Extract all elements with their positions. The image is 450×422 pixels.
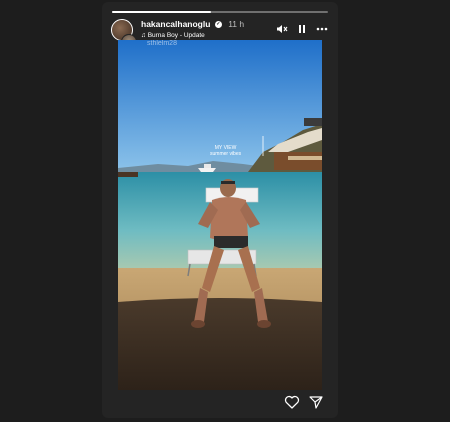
heart-icon [284, 395, 300, 409]
music-title[interactable]: Burna Boy - Update [148, 32, 205, 39]
mute-button[interactable] [275, 22, 289, 36]
sticker-subtitle: summer vibes [210, 151, 242, 157]
post-time: 11 h [228, 19, 245, 29]
like-button[interactable] [284, 394, 300, 410]
verified-badge-icon: ✓ [214, 21, 222, 29]
story-progress-fill [112, 11, 212, 13]
pause-icon [299, 25, 305, 33]
story-text-sticker: MY VIEW summer vibes [210, 145, 241, 157]
username[interactable]: hakancalhanoglu ✓ 11 h [141, 19, 244, 29]
more-options-button[interactable] [315, 22, 329, 36]
story-progress-bar [112, 11, 328, 13]
share-button[interactable] [308, 394, 324, 410]
story-photo[interactable]: sthlelm28 MY VIEW summer vibes [118, 40, 322, 390]
more-icon [316, 27, 328, 31]
username-text[interactable]: hakancalhanoglu [141, 19, 210, 29]
story-viewer: hakancalhanoglu ✓ 11 h ♫ Burna Boy - Upd… [102, 2, 338, 418]
photo-watermark: sthlelm28 [147, 40, 177, 47]
beach-photo [118, 40, 322, 390]
pause-button[interactable] [295, 22, 309, 36]
speaker-muted-icon [277, 25, 288, 33]
music-note-icon: ♫ [141, 32, 146, 39]
story-footer [102, 388, 338, 418]
send-icon [309, 396, 323, 409]
music-label[interactable]: ♫ Burna Boy - Update [141, 32, 205, 39]
